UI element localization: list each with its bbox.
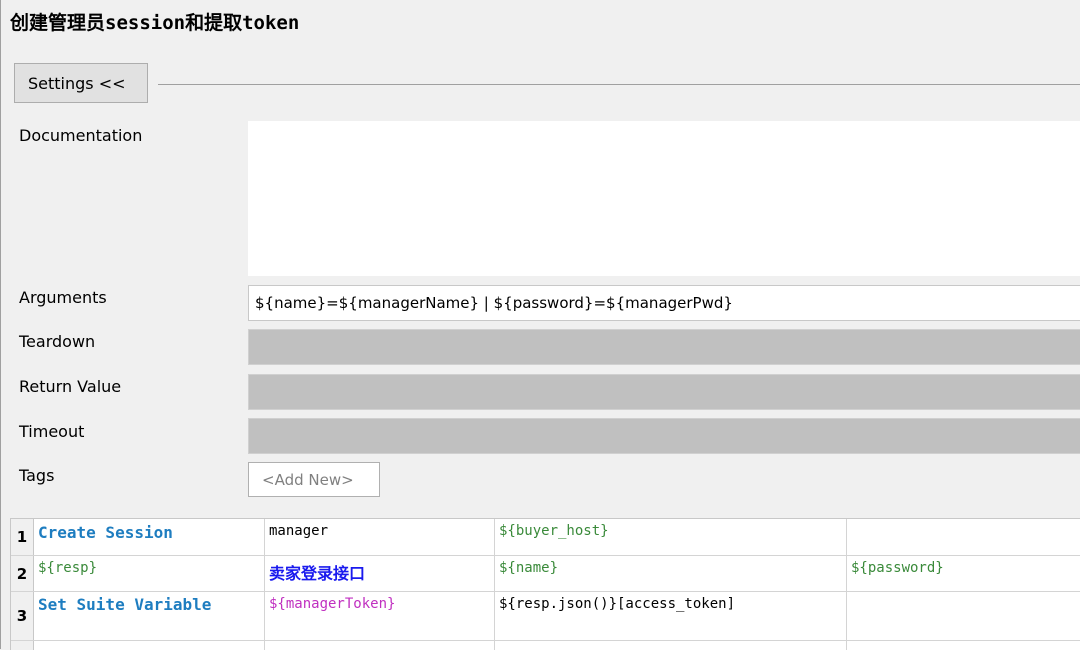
tags-label: Tags: [19, 466, 55, 485]
documentation-editor[interactable]: [248, 121, 1080, 276]
documentation-label: Documentation: [19, 126, 143, 145]
grid-cell[interactable]: ${resp.json()}[access_token]: [495, 592, 847, 640]
tags-add-new-button[interactable]: <Add New>: [248, 462, 380, 497]
teardown-field[interactable]: [248, 329, 1080, 365]
grid-cell[interactable]: [847, 592, 1080, 640]
table-row: 1 Create Session manager ${buyer_host}: [11, 519, 1080, 555]
settings-toggle-button[interactable]: Settings <<: [14, 63, 148, 103]
row-number[interactable]: 1: [11, 519, 34, 555]
arguments-field[interactable]: ${name}=${managerName} | ${password}=${m…: [248, 285, 1080, 321]
timeout-label: Timeout: [19, 422, 85, 441]
grid-cell[interactable]: ${resp}: [34, 556, 265, 591]
grid-cell[interactable]: [847, 519, 1080, 555]
arguments-label: Arguments: [19, 288, 107, 307]
grid-cell[interactable]: ${name}: [495, 556, 847, 591]
grid-cell[interactable]: ${managerToken}: [265, 592, 495, 640]
return-value-label: Return Value: [19, 377, 122, 396]
table-row: 3 Set Suite Variable ${managerToken} ${r…: [11, 592, 1080, 640]
grid-cell[interactable]: ${password}: [847, 556, 1080, 591]
timeout-field[interactable]: [248, 418, 1080, 454]
grid-cell[interactable]: 卖家登录接口: [265, 556, 495, 591]
grid-cell[interactable]: Create Session: [34, 519, 265, 555]
grid-cell[interactable]: manager: [265, 519, 495, 555]
window-left-border: [0, 0, 1, 649]
teardown-label: Teardown: [19, 332, 96, 351]
keyword-steps-grid: 1 Create Session manager ${buyer_host} 2…: [10, 518, 1080, 650]
keyword-title: 创建管理员session和提取token: [10, 12, 300, 34]
return-value-field[interactable]: [248, 374, 1080, 410]
row-number[interactable]: 3: [11, 592, 34, 640]
grid-cell[interactable]: Set Suite Variable: [34, 592, 265, 640]
grid-cell[interactable]: ${buyer_host}: [495, 519, 847, 555]
settings-divider: [158, 84, 1080, 85]
row-number[interactable]: 2: [11, 556, 34, 591]
table-row: 2 ${resp} 卖家登录接口 ${name} ${password}: [11, 556, 1080, 591]
